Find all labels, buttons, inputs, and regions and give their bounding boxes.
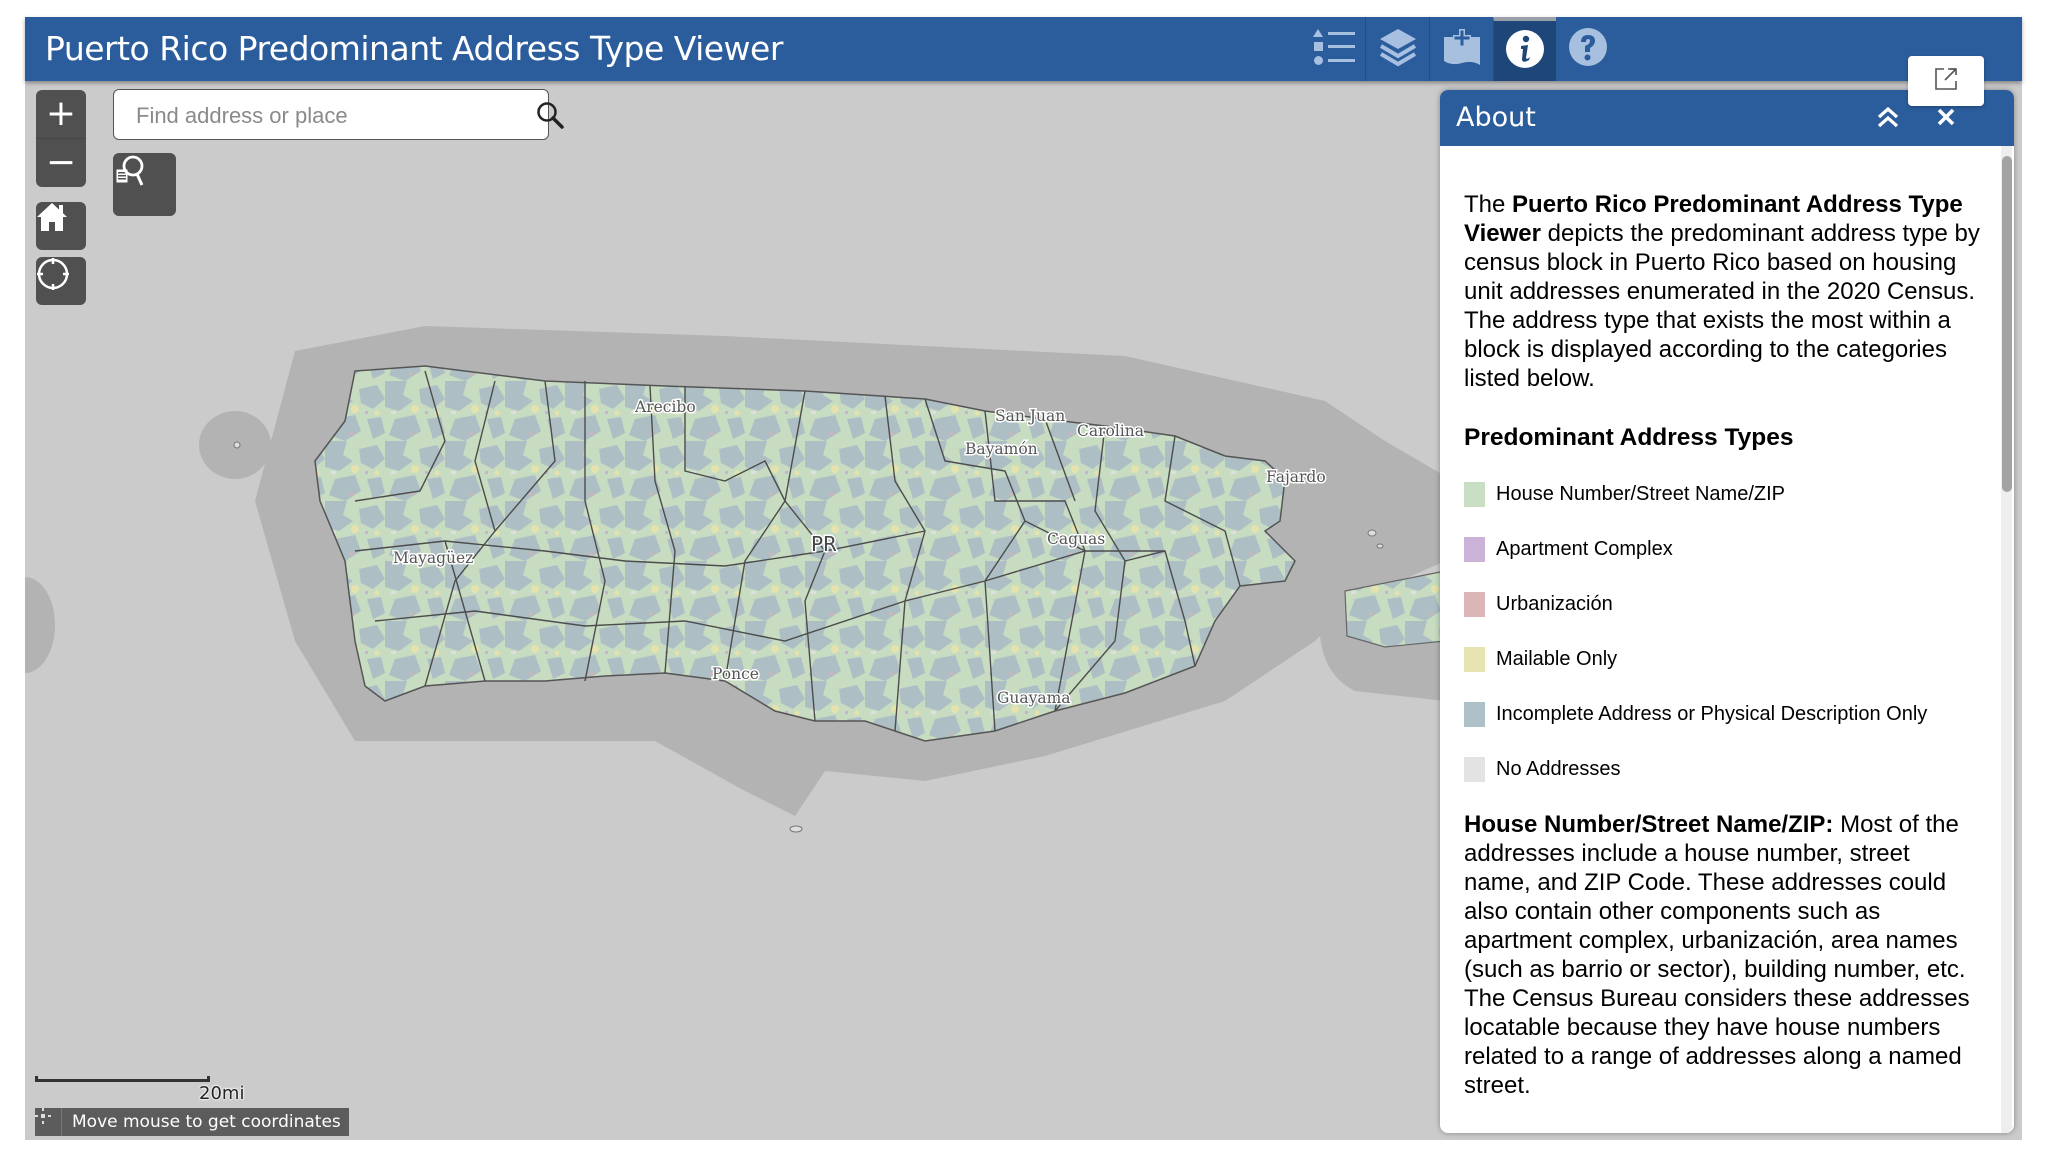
help-button[interactable]: [1556, 17, 1619, 81]
search-widget: [113, 89, 564, 141]
open-in-new-window-popup[interactable]: [1908, 56, 1984, 106]
description-text: Most of the addresses include a house nu…: [1464, 811, 1970, 1099]
legend-label: Apartment Complex: [1496, 538, 1673, 560]
coordinates-text: Move mouse to get coordinates: [72, 1112, 341, 1132]
map-label-san-juan: San Juan: [995, 407, 1065, 425]
crosshair-icon[interactable]: [35, 1108, 62, 1136]
description-term: House Number/Street Name/ZIP:: [1464, 811, 1834, 838]
legend-swatch: [1464, 592, 1485, 617]
search-input[interactable]: [134, 90, 498, 141]
legend-item: Apartment Complex: [1464, 537, 1980, 562]
layer-list-button[interactable]: [1365, 17, 1429, 81]
legend-swatch: [1464, 482, 1485, 507]
legend-item: Incomplete Address or Physical Descripti…: [1464, 702, 1980, 727]
home-button[interactable]: [36, 202, 86, 250]
app-title: Puerto Rico Predominant Address Type Vie…: [45, 29, 783, 68]
intro-text: depicts the predominant address type by …: [1464, 220, 1980, 392]
legend-swatch: [1464, 537, 1485, 562]
legend-item: Mailable Only: [1464, 647, 1980, 672]
map-label-guayama: Guayama: [997, 689, 1071, 707]
scalebar: [35, 1076, 210, 1082]
chevron-double-up-icon: [1876, 106, 1900, 134]
find-button[interactable]: [113, 153, 176, 216]
intro-prefix: The: [1464, 191, 1513, 218]
legend-swatch: [1464, 647, 1485, 672]
legend-item: Urbanización: [1464, 592, 1980, 617]
map-label-bayamon: Bayamón: [965, 440, 1038, 458]
locate-button[interactable]: [36, 257, 86, 305]
layers-icon: [1378, 27, 1418, 72]
map-label-pr: PR: [811, 532, 837, 556]
zoom-in-button[interactable]: +: [36, 90, 86, 138]
house-number-description: House Number/Street Name/ZIP: Most of th…: [1464, 810, 1980, 1100]
add-data-button[interactable]: [1429, 17, 1493, 81]
about-button[interactable]: [1493, 17, 1556, 81]
close-panel-button[interactable]: [1934, 104, 1958, 135]
map-label-caguas: Caguas: [1047, 530, 1105, 548]
legend-label: Mailable Only: [1496, 648, 1618, 670]
zoom-out-button[interactable]: −: [36, 138, 86, 187]
map-label-ponce: Ponce: [712, 665, 759, 683]
external-link-icon: [1934, 67, 1958, 96]
panel-scrollbar-thumb[interactable]: [2002, 156, 2012, 492]
legend-item: No Addresses: [1464, 757, 1980, 782]
legend-button[interactable]: [1302, 17, 1365, 81]
about-panel-title: About: [1456, 102, 1536, 133]
legend-item: House Number/Street Name/ZIP: [1464, 482, 1980, 507]
coordinates-widget: Move mouse to get coordinates: [35, 1108, 349, 1136]
legend-swatch: [1464, 757, 1485, 782]
info-icon: [1505, 29, 1545, 74]
legend-label: No Addresses: [1496, 758, 1621, 780]
plus-icon: +: [45, 93, 77, 134]
collapse-button[interactable]: [1876, 104, 1900, 135]
legend-icon: [1312, 27, 1356, 72]
scalebar-label: 20mi: [199, 1083, 245, 1104]
map-label-carolina: Carolina: [1077, 422, 1144, 440]
legend-title: Predominant Address Types: [1464, 424, 1794, 451]
about-panel: About The Puerto Rico Predominant Addres…: [1440, 90, 2014, 1133]
help-icon: [1568, 27, 1608, 72]
legend-label: Urbanización: [1496, 593, 1613, 615]
minus-icon: −: [45, 142, 77, 183]
map-label-arecibo: Arecibo: [634, 398, 696, 416]
app-header: Puerto Rico Predominant Address Type Vie…: [25, 17, 2022, 81]
about-panel-content: The Puerto Rico Predominant Address Type…: [1440, 146, 2000, 1133]
close-icon: [1934, 108, 1958, 134]
legend-label: Incomplete Address or Physical Descripti…: [1496, 703, 1928, 725]
about-intro: The Puerto Rico Predominant Address Type…: [1464, 190, 1980, 393]
legend-label: House Number/Street Name/ZIP: [1496, 483, 1785, 505]
add-data-icon: [1442, 27, 1482, 72]
map-label-mayaguez: Mayagüez: [393, 549, 473, 567]
map-label-fajardo: Fajardo: [1266, 468, 1326, 486]
legend-swatch: [1464, 702, 1485, 727]
